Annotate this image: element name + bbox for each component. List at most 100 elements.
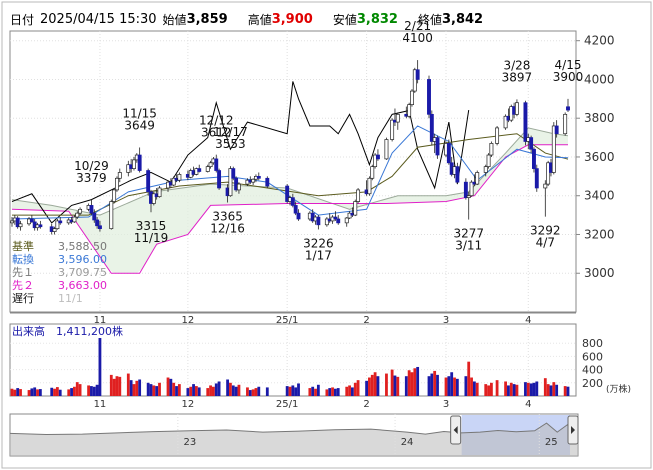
volume-bar bbox=[172, 382, 176, 396]
volume-bar bbox=[552, 382, 556, 396]
volume-bar bbox=[251, 389, 255, 396]
annotation-value: 3379 bbox=[76, 171, 107, 185]
candle-body-down bbox=[95, 219, 100, 227]
candle-body-down bbox=[58, 220, 63, 224]
candle-body-up bbox=[514, 102, 519, 115]
annotation-value: 4100 bbox=[402, 31, 433, 45]
volume-x-tick-label: 11 bbox=[94, 399, 107, 410]
candle bbox=[367, 176, 372, 196]
candle bbox=[384, 137, 389, 160]
volume-bar bbox=[455, 378, 459, 396]
volume-bar bbox=[75, 382, 79, 396]
annotation-date: 1/17 bbox=[305, 248, 332, 262]
volume-bar bbox=[345, 386, 349, 396]
candle-body-up bbox=[543, 183, 548, 189]
candle-body-up bbox=[205, 166, 210, 172]
volume-bar bbox=[348, 385, 351, 396]
volume-bar bbox=[67, 389, 71, 396]
legend-label: 先１ bbox=[12, 266, 34, 279]
volume-bar bbox=[36, 389, 39, 396]
volume-bar bbox=[396, 376, 400, 396]
candle-body-up bbox=[344, 217, 349, 224]
volume-bar bbox=[234, 386, 238, 396]
candle-body-down bbox=[427, 79, 431, 115]
volume-bar bbox=[288, 386, 292, 396]
legend-value: 11/1 bbox=[58, 292, 83, 305]
volume-bar bbox=[549, 385, 553, 396]
candle-body-up bbox=[390, 119, 395, 140]
volume-bar bbox=[126, 373, 130, 396]
volume-bar bbox=[92, 386, 96, 396]
price-y-tick-label: 3200 bbox=[584, 227, 615, 241]
volume-bar bbox=[507, 385, 510, 396]
volume-bar bbox=[328, 388, 332, 396]
volume-bar bbox=[90, 386, 93, 396]
annotation-date: 4/7 bbox=[536, 236, 555, 250]
volume-bar bbox=[356, 380, 360, 396]
volume-bar bbox=[297, 383, 300, 396]
volume-bar bbox=[109, 374, 113, 396]
volume-bar bbox=[229, 382, 232, 396]
volume-bar bbox=[333, 388, 337, 396]
annotation-value: 3553 bbox=[215, 137, 246, 151]
volume-bar bbox=[430, 373, 434, 396]
navigator-left-handle[interactable] bbox=[450, 415, 462, 445]
candle bbox=[112, 187, 117, 204]
candle-body-up bbox=[410, 90, 414, 105]
volume-x-tick-label: 25/1 bbox=[276, 399, 298, 410]
volume-bar bbox=[30, 388, 34, 396]
volume-bar bbox=[197, 387, 201, 396]
volume-bar bbox=[214, 383, 218, 396]
volume-y-tick-label: 800 bbox=[582, 337, 603, 350]
volume-unit-label: (万株) bbox=[606, 383, 631, 395]
candle-body-down bbox=[296, 212, 301, 220]
volume-bar bbox=[436, 374, 439, 396]
volume-bar bbox=[546, 384, 550, 396]
volume-bar bbox=[316, 384, 320, 396]
candle-body-down bbox=[435, 137, 440, 156]
candle-body-down bbox=[293, 205, 298, 214]
volume-bar bbox=[246, 387, 249, 396]
volume-bar bbox=[285, 386, 289, 396]
candle bbox=[353, 199, 358, 217]
volume-bar bbox=[194, 386, 198, 396]
candle bbox=[115, 176, 119, 192]
legend-value: 3,596.00 bbox=[58, 253, 107, 266]
volume-bar bbox=[149, 384, 153, 396]
candle-body-down bbox=[197, 168, 202, 172]
candle-body-up bbox=[251, 178, 256, 183]
volume-bar bbox=[186, 388, 190, 396]
volume-bar bbox=[189, 386, 193, 396]
annotation-date: 11/19 bbox=[134, 231, 169, 245]
volume-bar bbox=[98, 330, 102, 396]
volume-bar bbox=[447, 376, 451, 396]
volume-bar bbox=[138, 379, 142, 396]
candle-body-down bbox=[97, 225, 102, 230]
volume-bar bbox=[206, 388, 210, 396]
volume-bar bbox=[78, 384, 82, 396]
volume-bar bbox=[365, 380, 368, 396]
volume-bar bbox=[325, 389, 329, 396]
candle-body-up bbox=[353, 201, 358, 216]
volume-bar bbox=[33, 387, 37, 396]
volume-bar bbox=[294, 387, 298, 396]
price-y-tick-label: 3000 bbox=[584, 266, 615, 280]
candle-body-down bbox=[316, 216, 321, 226]
volume-bar bbox=[453, 377, 456, 396]
volume-bar bbox=[393, 375, 397, 396]
volume-bar bbox=[73, 386, 76, 396]
candle-body-up bbox=[117, 172, 122, 179]
navigator-x-label: 24 bbox=[401, 437, 414, 448]
volume-x-tick-label: 2 bbox=[363, 399, 369, 410]
candle-body-up bbox=[115, 177, 119, 191]
candle-body-up bbox=[78, 208, 83, 214]
volume-bar bbox=[490, 382, 493, 396]
volume-bar bbox=[10, 388, 14, 396]
volume-bar bbox=[385, 373, 388, 396]
volume-bar bbox=[470, 377, 473, 396]
annotation-date: 12/16 bbox=[210, 222, 245, 236]
volume-bar bbox=[87, 385, 90, 396]
volume-bar bbox=[231, 385, 235, 396]
volume-bar bbox=[331, 387, 334, 396]
navigator-right-handle[interactable] bbox=[567, 415, 579, 445]
